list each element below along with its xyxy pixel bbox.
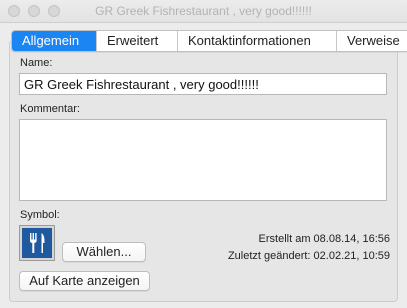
tab-bar: Allgemein Erweitert Kontaktinformationen… bbox=[11, 30, 407, 52]
title-bar: GR Greek Fishrestaurant , very good!!!!!… bbox=[0, 0, 407, 23]
symbol-swatch bbox=[22, 228, 52, 258]
fork-knife-icon bbox=[30, 233, 45, 253]
tab-contact-info[interactable]: Kontaktinformationen bbox=[178, 31, 337, 51]
show-on-map-button[interactable]: Auf Karte anzeigen bbox=[19, 271, 150, 291]
tab-general[interactable]: Allgemein bbox=[12, 31, 97, 51]
modified-timestamp: Zuletzt geändert: 02.02.21, 10:59 bbox=[227, 250, 390, 262]
tab-references[interactable]: Verweise bbox=[337, 31, 407, 51]
tab-advanced[interactable]: Erweitert bbox=[97, 31, 178, 51]
choose-symbol-button[interactable]: Wählen... bbox=[62, 242, 146, 262]
comment-field[interactable] bbox=[19, 119, 387, 201]
name-field[interactable] bbox=[19, 73, 387, 95]
created-timestamp: Erstellt am 08.08.14, 16:56 bbox=[258, 233, 390, 245]
comment-label: Kommentar: bbox=[20, 103, 80, 115]
name-label: Name: bbox=[20, 57, 53, 69]
symbol-well[interactable] bbox=[19, 225, 55, 261]
window-title: GR Greek Fishrestaurant , very good!!!!!… bbox=[95, 4, 312, 18]
symbol-label: Symbol: bbox=[20, 209, 60, 221]
